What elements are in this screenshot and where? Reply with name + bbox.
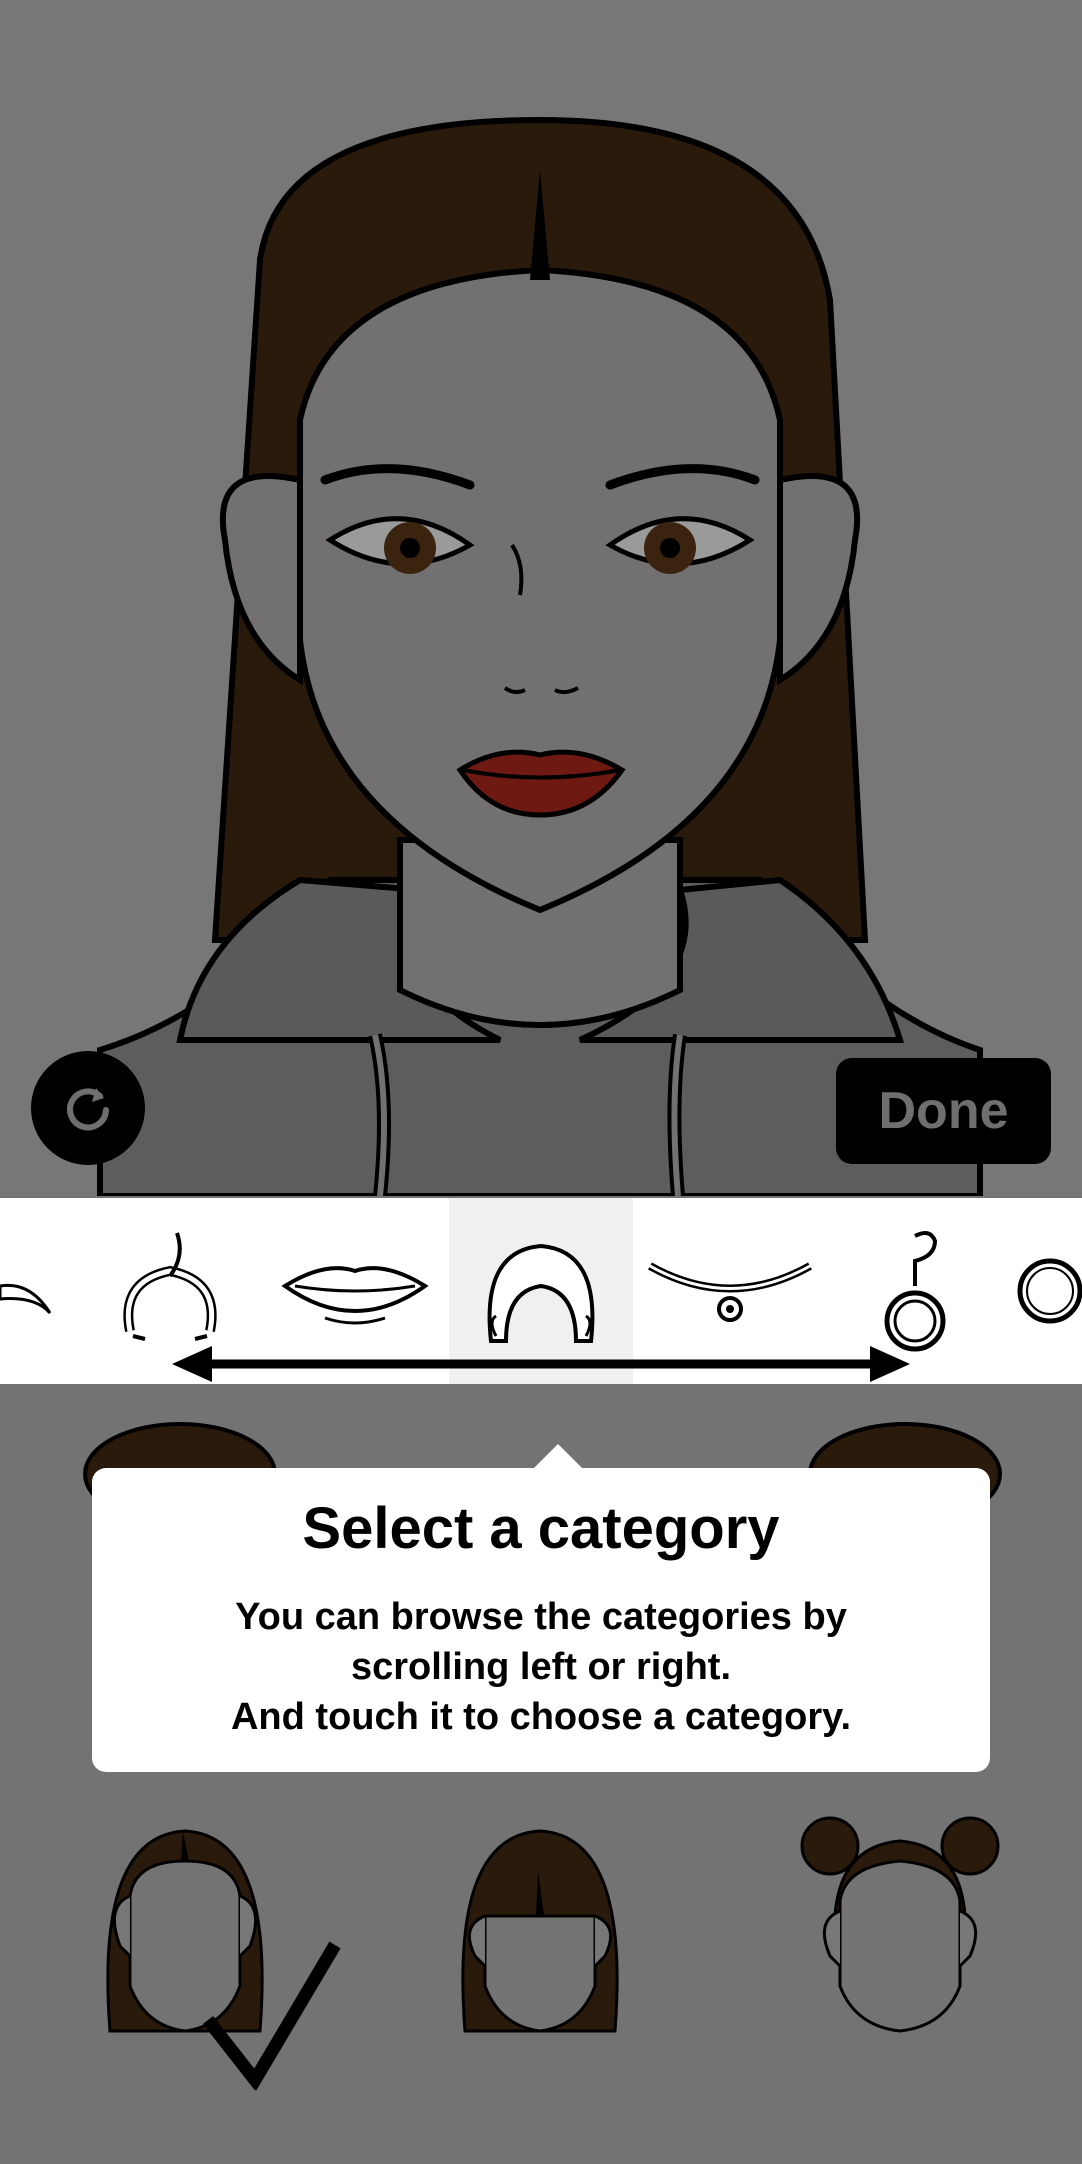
tooltip-body: You can browse the categories by scrolli… [92, 1592, 990, 1742]
scroll-arrow-icon [172, 1346, 910, 1382]
done-button[interactable]: Done [836, 1058, 1051, 1164]
checkmark-icon [202, 1941, 341, 2090]
tooltip-body-line: You can browse the categories by [235, 1596, 847, 1638]
hair-option-2[interactable] [450, 1826, 630, 2041]
necklace-icon [648, 1262, 812, 1322]
hair-icon [487, 1243, 595, 1343]
category-glasses[interactable] [1010, 1198, 1082, 1384]
hair-buns-icon [800, 1816, 1000, 2033]
tooltip-title: Select a category [302, 1496, 780, 1561]
earring-icon [884, 1230, 946, 1352]
category-eyebrows[interactable] [0, 1198, 80, 1384]
glasses-icon [1017, 1258, 1082, 1324]
tooltip-body-line: And touch it to choose a category. [230, 1696, 852, 1738]
tooltip-body-line: scrolling left or right. [350, 1646, 732, 1688]
refresh-button[interactable] [31, 1051, 145, 1165]
hair-bangs-icon [461, 1829, 619, 2033]
category-tooltip: Select a category You can browse the cat… [92, 1468, 990, 1772]
avatar-illustration [97, 116, 983, 1196]
refresh-icon [67, 1088, 109, 1131]
lips-icon [281, 1266, 429, 1325]
hair-option-3[interactable] [800, 1816, 1000, 2041]
avatar-preview [0, 0, 1082, 1196]
eyebrow-icon [0, 1283, 52, 1315]
headband-icon [123, 1232, 217, 1341]
tooltip-caret [532, 1444, 584, 1470]
